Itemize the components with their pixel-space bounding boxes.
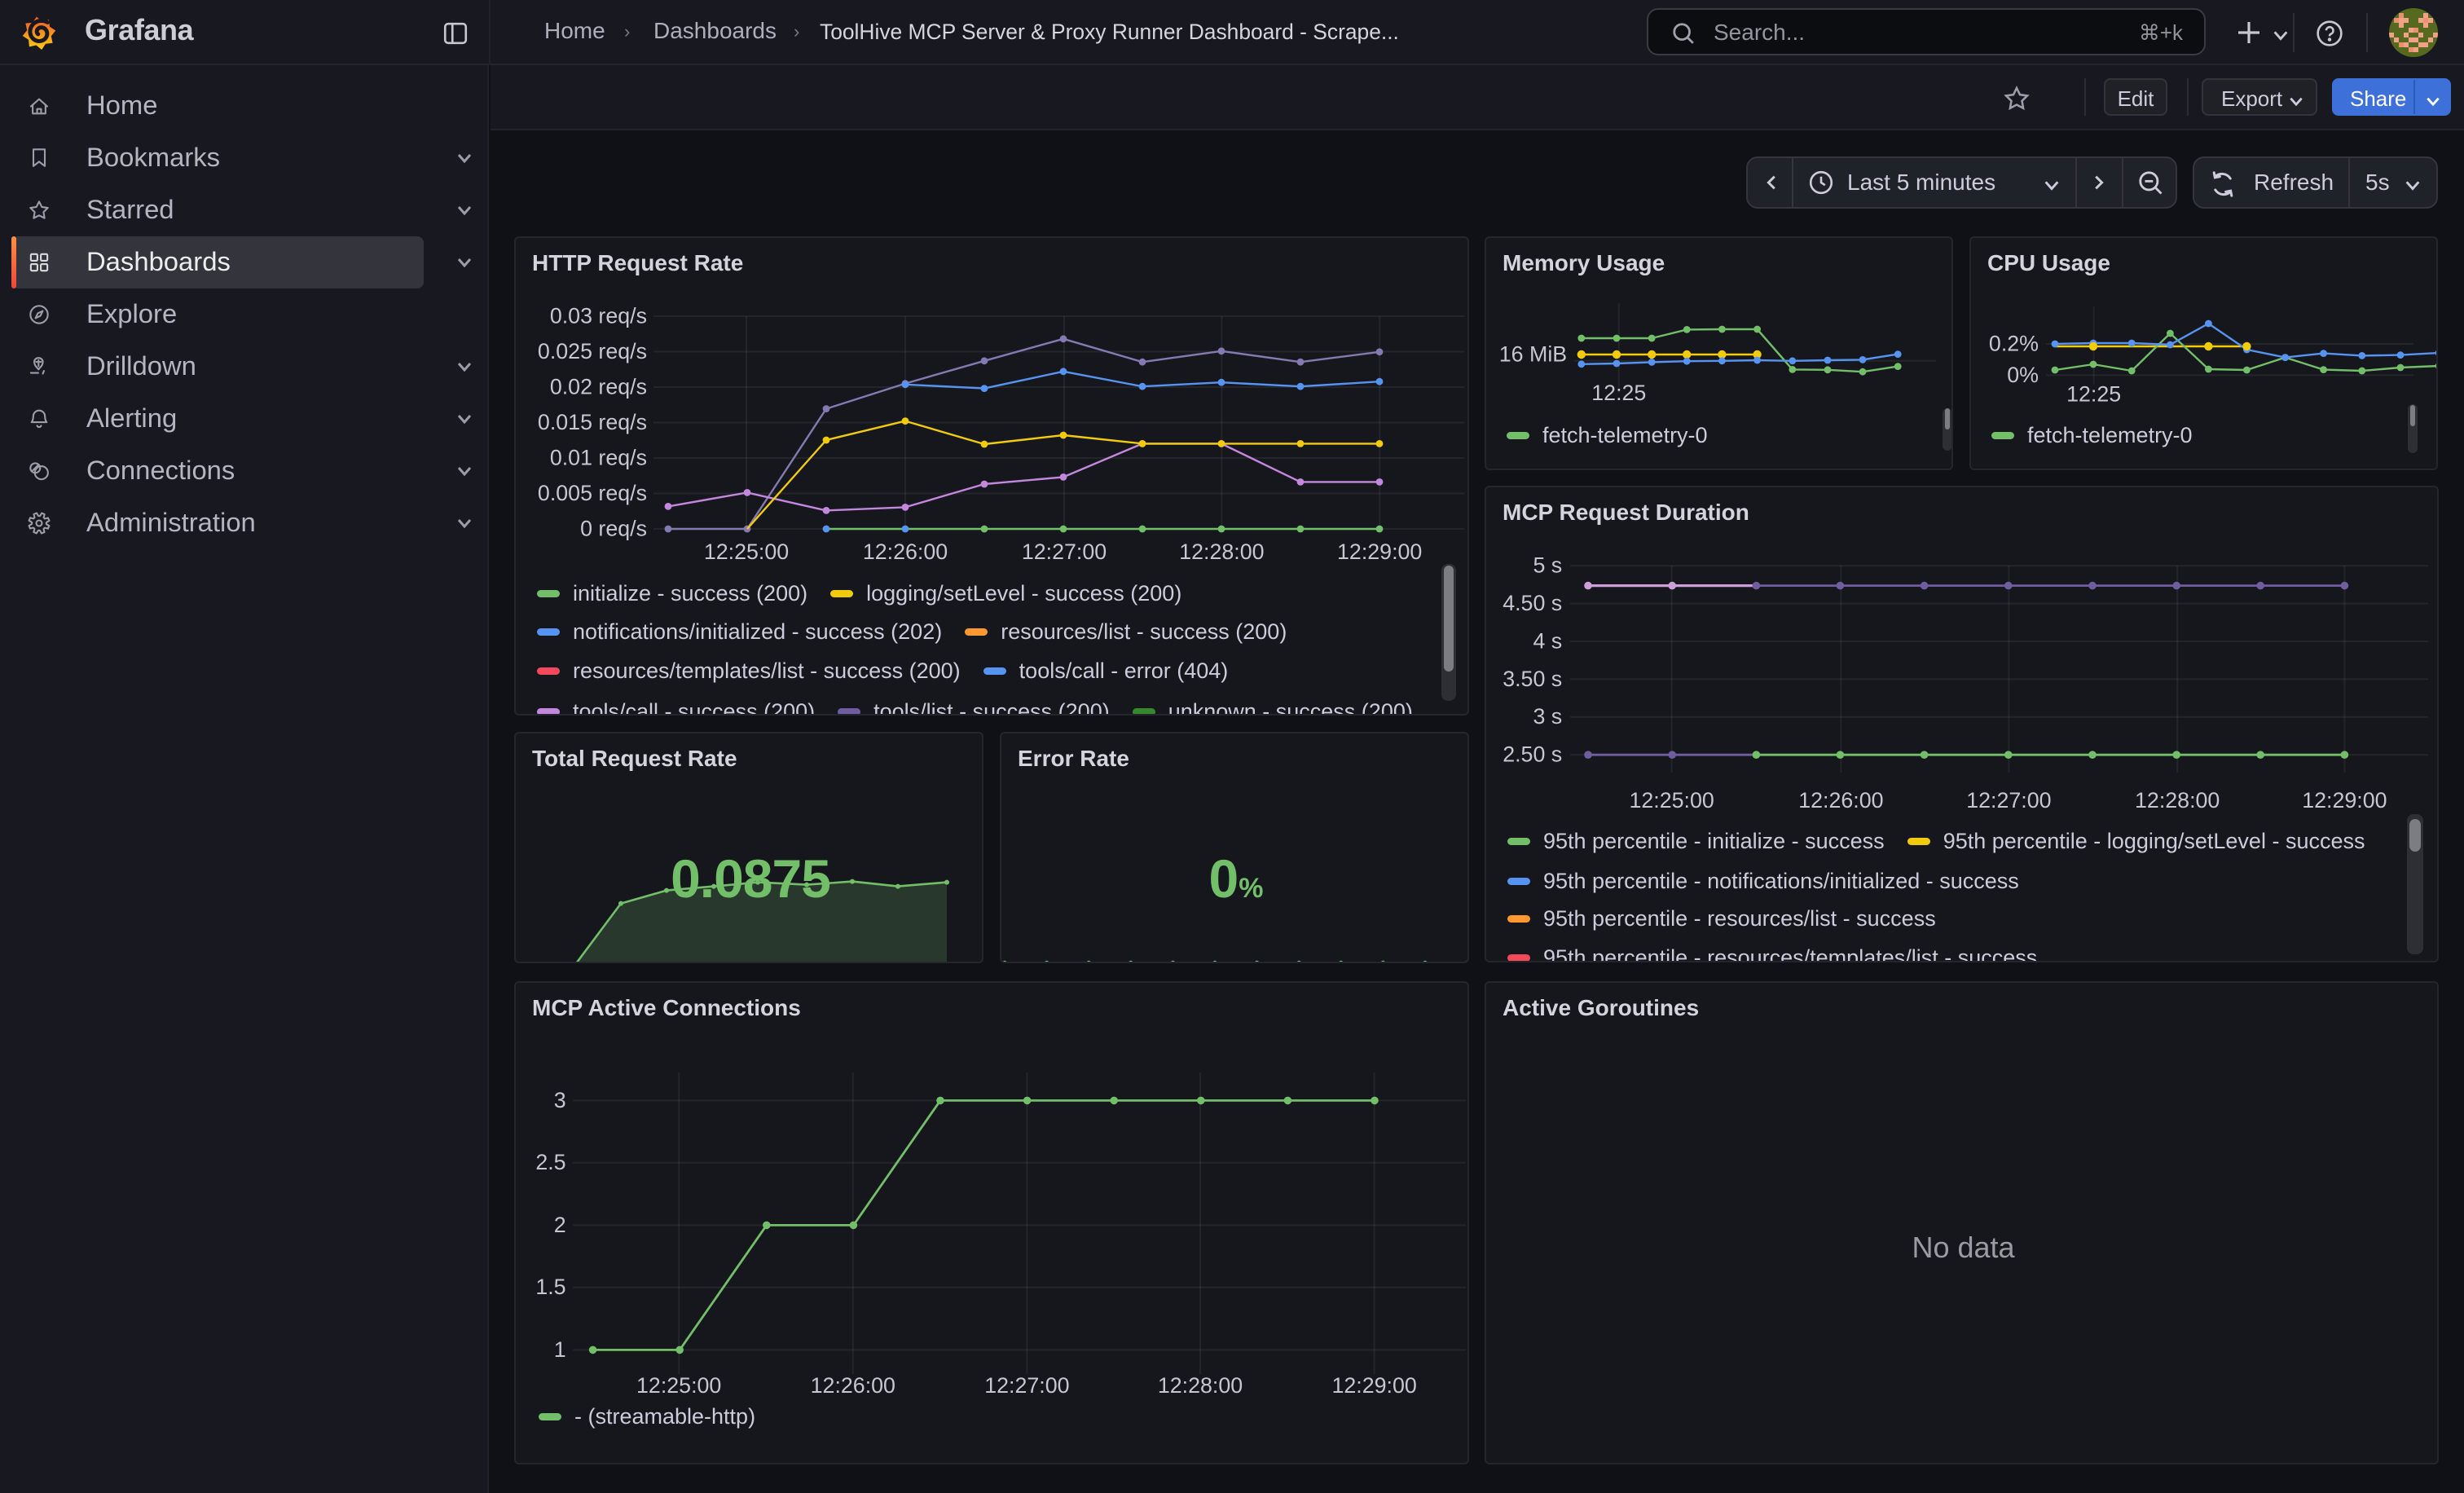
svg-text:12:26:00: 12:26:00 [863,540,948,564]
svg-text:1: 1 [554,1337,566,1361]
svg-text:1.5: 1.5 [535,1275,565,1299]
svg-text:0 req/s: 0 req/s [580,516,647,540]
svg-text:12:27:00: 12:27:00 [984,1373,1069,1398]
svg-text:0.015 req/s: 0.015 req/s [538,410,647,434]
svg-text:12:29:00: 12:29:00 [1331,1373,1416,1398]
svg-text:12:28:00: 12:28:00 [1179,540,1264,564]
svg-text:2: 2 [554,1212,566,1236]
svg-text:4.50 s: 4.50 s [1503,591,1562,615]
svg-text:0.01 req/s: 0.01 req/s [550,445,647,469]
svg-text:12:25:00: 12:25:00 [1629,788,1714,813]
svg-text:12:25: 12:25 [1591,381,1646,405]
svg-text:0.2%: 0.2% [1989,331,2039,355]
svg-text:3: 3 [554,1087,566,1112]
svg-text:3 s: 3 s [1533,704,1562,729]
svg-text:5 s: 5 s [1533,553,1562,578]
svg-text:0.025 req/s: 0.025 req/s [538,339,647,363]
svg-text:0%: 0% [2007,363,2039,387]
svg-text:12:27:00: 12:27:00 [1022,540,1107,564]
svg-text:0.02 req/s: 0.02 req/s [550,374,647,399]
svg-text:12:25: 12:25 [2066,382,2121,407]
svg-text:12:26:00: 12:26:00 [1798,788,1883,813]
svg-text:12:28:00: 12:28:00 [1158,1373,1243,1398]
svg-text:12:26:00: 12:26:00 [811,1373,895,1398]
svg-text:2.50 s: 2.50 s [1503,742,1562,767]
svg-text:3.50 s: 3.50 s [1503,667,1562,691]
svg-text:2.5: 2.5 [535,1150,565,1174]
svg-text:16 MiB: 16 MiB [1499,341,1567,366]
svg-text:12:27:00: 12:27:00 [1966,788,2051,813]
svg-text:12:29:00: 12:29:00 [2302,788,2387,813]
svg-text:0.005 req/s: 0.005 req/s [538,481,647,505]
svg-text:12:28:00: 12:28:00 [2135,788,2220,813]
svg-text:12:25:00: 12:25:00 [636,1373,721,1398]
svg-text:4 s: 4 s [1533,628,1562,653]
svg-text:12:29:00: 12:29:00 [1337,540,1422,564]
svg-text:0.03 req/s: 0.03 req/s [550,303,647,328]
svg-text:12:25:00: 12:25:00 [704,540,789,564]
